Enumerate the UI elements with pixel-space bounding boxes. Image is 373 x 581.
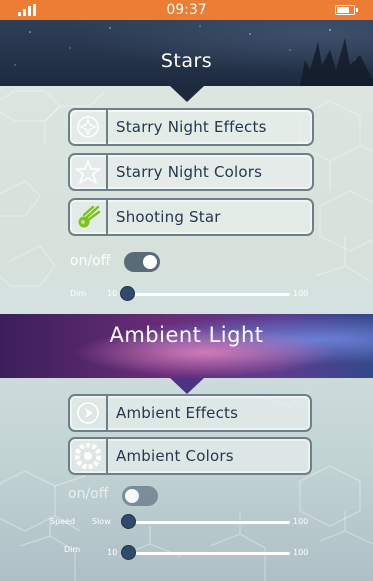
ambient-speed-thumb[interactable] bbox=[121, 514, 136, 529]
stars-dim-track[interactable] bbox=[120, 293, 290, 296]
app-screen: 09:37 Stars Starry Night Effects Starry … bbox=[0, 0, 373, 581]
ambient-onoff-toggle[interactable] bbox=[122, 486, 158, 506]
ambient-dim-track[interactable] bbox=[122, 552, 290, 555]
stars-dim-min-label: 10 bbox=[107, 289, 118, 298]
shooting-star-icon bbox=[70, 200, 108, 234]
starry-night-effects-button[interactable]: Starry Night Effects bbox=[68, 108, 314, 146]
status-time: 09:37 bbox=[166, 2, 207, 18]
starry-night-colors-label: Starry Night Colors bbox=[116, 163, 263, 181]
play-circle-icon bbox=[70, 396, 108, 430]
stars-banner: Stars bbox=[0, 20, 373, 86]
ambient-dim-min-label: 10 bbox=[107, 548, 118, 557]
ambient-speed-min-label: Slow bbox=[92, 517, 111, 526]
starry-night-colors-button[interactable]: Starry Night Colors bbox=[68, 153, 314, 191]
stars-title: Stars bbox=[160, 50, 213, 72]
ambient-speed-max-label: 100 bbox=[293, 517, 309, 526]
starry-night-effects-label: Starry Night Effects bbox=[116, 118, 267, 136]
ambient-banner: Ambient Light bbox=[0, 314, 373, 378]
battery-icon bbox=[335, 5, 358, 15]
color-wheel-icon bbox=[70, 439, 108, 473]
stars-banner-pointer bbox=[170, 86, 204, 102]
shooting-star-label: Shooting Star bbox=[116, 208, 221, 226]
ambient-speed-label: Speed bbox=[50, 517, 76, 526]
stars-dim-max-label: 100 bbox=[293, 289, 309, 298]
ambient-dim-label: Dim bbox=[64, 545, 81, 554]
stars-dim-thumb[interactable] bbox=[120, 286, 135, 301]
compass-star-icon bbox=[70, 110, 108, 144]
ambient-title: Ambient Light bbox=[109, 323, 264, 347]
ambient-effects-label: Ambient Effects bbox=[116, 404, 239, 422]
ambient-dim-max-label: 100 bbox=[293, 548, 309, 557]
ambient-colors-button[interactable]: Ambient Colors bbox=[68, 437, 312, 475]
status-bar: 09:37 bbox=[0, 0, 373, 20]
ambient-effects-button[interactable]: Ambient Effects bbox=[68, 394, 312, 432]
ambient-onoff-label: on/off bbox=[68, 486, 109, 502]
stars-dim-label: Dim bbox=[70, 289, 87, 298]
ambient-banner-pointer bbox=[170, 378, 204, 394]
shooting-star-button[interactable]: Shooting Star bbox=[68, 198, 314, 236]
stars-onoff-label: on/off bbox=[70, 253, 111, 269]
star-outline-icon bbox=[70, 155, 108, 189]
ambient-dim-thumb[interactable] bbox=[121, 545, 136, 560]
stars-onoff-toggle[interactable] bbox=[124, 252, 160, 272]
ambient-colors-label: Ambient Colors bbox=[116, 447, 234, 465]
ambient-speed-track[interactable] bbox=[122, 521, 290, 524]
